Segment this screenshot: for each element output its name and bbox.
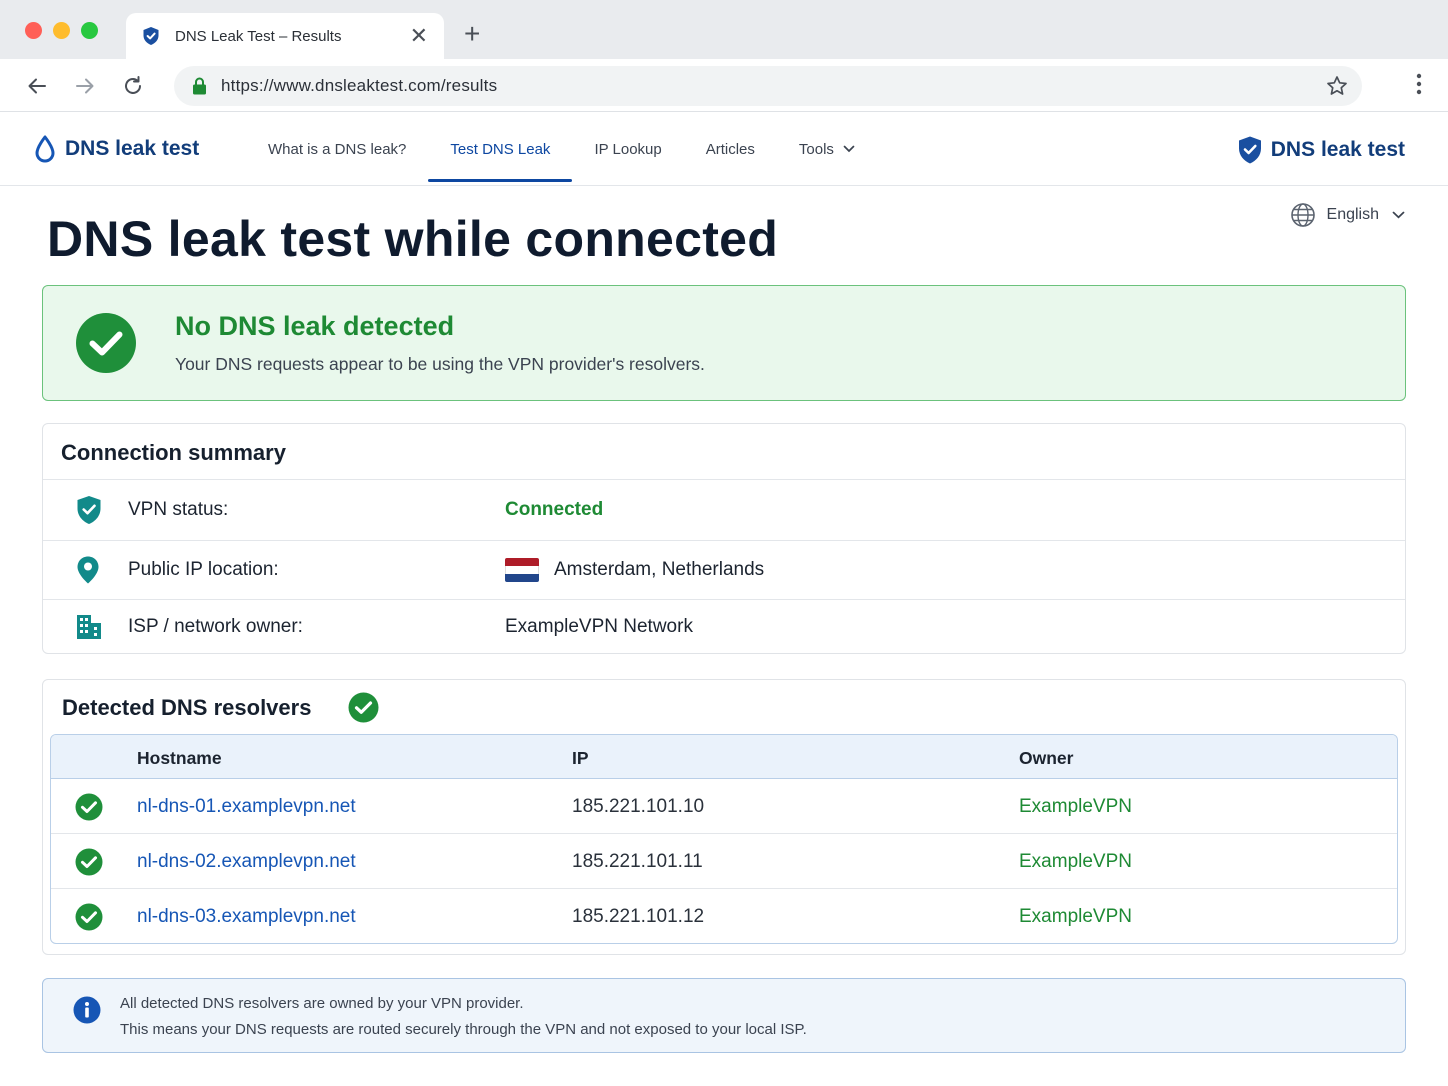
resolver-owner: ExampleVPN	[1019, 796, 1132, 817]
site-logo-text: DNS leak test	[65, 137, 200, 160]
vpn-status-label: VPN status:	[128, 499, 229, 520]
browser-window: DNS Leak Test – Results ✕ + https://www.…	[0, 0, 1448, 1086]
connection-summary-card: Connection summary VPN status: Connected…	[42, 423, 1406, 654]
dns-resolvers-title: Detected DNS resolvers	[62, 695, 312, 720]
nav-label: Articles	[705, 140, 755, 158]
minimize-window-button[interactable]	[53, 22, 70, 39]
resolver-hostname-link[interactable]: nl-dns-02.examplevpn.net	[137, 851, 356, 873]
shield-favicon-icon	[143, 27, 159, 45]
result-description: Your DNS requests appear to be using the…	[175, 354, 705, 374]
reload-button[interactable]	[120, 73, 146, 99]
column-header-hostname: Hostname	[137, 748, 222, 768]
connection-summary-title: Connection summary	[61, 440, 286, 465]
summary-row-location: Public IP location: Amsterdam, Netherlan…	[43, 540, 1405, 599]
result-title: No DNS leak detected	[175, 311, 455, 341]
maximize-window-button[interactable]	[81, 22, 98, 39]
table-row: nl-dns-03.examplevpn.net 185.221.101.12 …	[51, 889, 1397, 943]
partner-logo-text: DNS leak test	[1270, 138, 1405, 161]
resolver-hostname-link[interactable]: nl-dns-01.examplevpn.net	[137, 796, 356, 818]
location-pin-icon	[77, 556, 99, 584]
site-header: DNS leak test What is a DNS leak? Test D…	[0, 113, 1448, 186]
arrow-left-icon	[28, 78, 46, 94]
isp-label: ISP / network owner:	[128, 615, 303, 637]
nav-label: Tools	[798, 140, 834, 158]
result-banner: No DNS leak detected Your DNS requests a…	[42, 285, 1406, 401]
back-button[interactable]	[24, 73, 50, 99]
table-row: nl-dns-01.examplevpn.net 185.221.101.10 …	[51, 779, 1397, 834]
browser-toolbar: https://www.dnsleaktest.com/results	[0, 59, 1448, 112]
tab-bar: DNS Leak Test – Results ✕ +	[0, 0, 1448, 59]
forward-button[interactable]	[72, 73, 98, 99]
column-header-owner: Owner	[1019, 748, 1074, 768]
column-header-ip: IP	[572, 748, 589, 768]
chevron-down-icon	[1392, 211, 1405, 219]
isp-value: ExampleVPN Network	[505, 615, 693, 637]
page-title: DNS leak test while connected	[47, 211, 779, 267]
reload-icon	[125, 76, 141, 94]
close-window-button[interactable]	[25, 22, 42, 39]
site-logo[interactable]: DNS leak test	[34, 135, 199, 163]
resolver-owner: ExampleVPN	[1019, 906, 1132, 927]
location-label: Public IP location:	[128, 559, 279, 580]
nav-label: IP Lookup	[594, 140, 662, 158]
nav-label: What is a DNS leak?	[268, 140, 407, 158]
language-selector[interactable]: English	[1290, 202, 1405, 228]
lock-icon	[193, 77, 206, 95]
table-row: nl-dns-02.examplevpn.net 185.221.101.11 …	[51, 834, 1397, 889]
vpn-status-value: Connected	[505, 499, 604, 520]
check-circle-icon	[75, 903, 103, 931]
resolvers-table: Hostname IP Owner nl-dns-01.examplevpn.n…	[50, 734, 1398, 944]
chevron-down-icon	[843, 145, 855, 153]
summary-row-vpn-status: VPN status: Connected	[43, 479, 1405, 540]
language-label: English	[1326, 206, 1379, 223]
resolver-ip: 185.221.101.12	[572, 906, 705, 927]
resolver-hostname-link[interactable]: nl-dns-03.examplevpn.net	[137, 906, 356, 928]
nav-what-is-dns-leak[interactable]: What is a DNS leak?	[246, 113, 428, 185]
arrow-right-icon	[76, 78, 94, 94]
tab-close-icon[interactable]: ✕	[410, 25, 428, 47]
check-circle-icon	[76, 313, 136, 373]
nav-test-dns-leak[interactable]: Test DNS Leak	[428, 113, 573, 185]
info-text-line-1: All detected DNS resolvers are owned by …	[120, 995, 524, 1012]
address-bar[interactable]: https://www.dnsleaktest.com/results	[174, 66, 1362, 106]
main-nav: What is a DNS leak? Test DNS Leak IP Loo…	[246, 113, 877, 185]
more-menu-icon[interactable]	[1416, 73, 1422, 95]
browser-tab[interactable]: DNS Leak Test – Results ✕	[126, 13, 444, 59]
window-controls	[25, 22, 98, 39]
nav-ip-lookup[interactable]: IP Lookup	[572, 113, 683, 185]
info-notice: All detected DNS resolvers are owned by …	[42, 978, 1406, 1053]
check-circle-icon	[75, 793, 103, 821]
resolver-ip: 185.221.101.11	[572, 851, 703, 872]
dns-resolvers-card: Detected DNS resolvers Hostname IP Owner…	[42, 679, 1406, 955]
info-text-line-2: This means your DNS requests are routed …	[120, 1021, 807, 1038]
resolver-owner: ExampleVPN	[1019, 851, 1132, 872]
resolver-ip: 185.221.101.10	[572, 796, 705, 817]
water-drop-icon	[35, 135, 55, 163]
summary-row-isp: ISP / network owner: ExampleVPN Network	[43, 599, 1405, 653]
table-header: Hostname IP Owner	[51, 735, 1397, 779]
location-value: Amsterdam, Netherlands	[554, 559, 765, 580]
check-circle-icon	[348, 692, 379, 723]
partner-logo[interactable]: DNS leak test	[1237, 135, 1405, 165]
new-tab-button[interactable]: +	[464, 20, 480, 48]
info-icon	[73, 996, 101, 1024]
nav-label: Test DNS Leak	[450, 140, 551, 158]
nav-articles[interactable]: Articles	[684, 113, 777, 185]
url-text: https://www.dnsleaktest.com/results	[221, 76, 498, 95]
tab-title: DNS Leak Test – Results	[175, 27, 342, 45]
check-circle-icon	[75, 848, 103, 876]
shield-check-icon	[77, 496, 101, 524]
globe-icon	[1290, 203, 1315, 227]
shield-check-logo-icon	[1238, 136, 1261, 164]
building-icon	[77, 614, 101, 639]
bookmark-star-icon[interactable]	[1326, 75, 1348, 97]
netherlands-flag-icon	[505, 558, 539, 582]
nav-tools-dropdown[interactable]: Tools	[777, 113, 877, 185]
location-value-wrap: Amsterdam, Netherlands	[505, 558, 764, 582]
